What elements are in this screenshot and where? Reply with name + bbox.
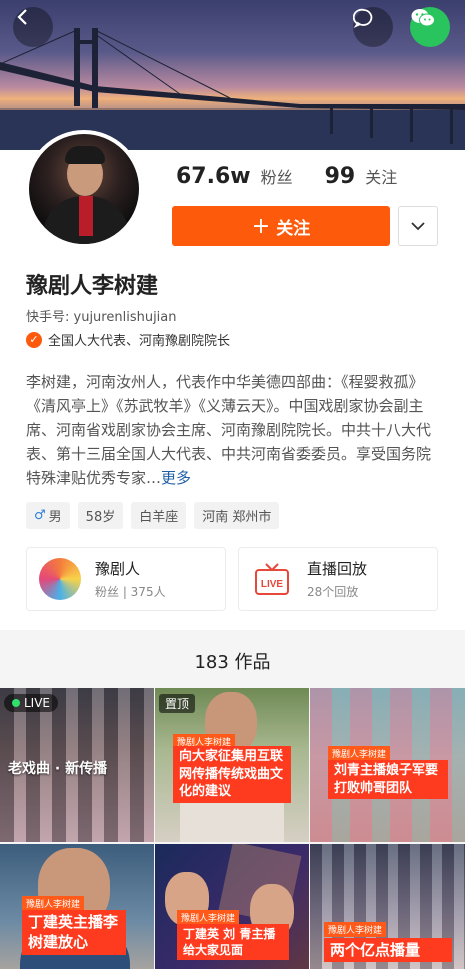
live-dot-icon (12, 699, 20, 707)
following-label[interactable]: 关注 (365, 164, 397, 188)
header-banner (0, 0, 465, 150)
chevron-down-icon (411, 222, 425, 231)
fans-count[interactable]: 67.6w (176, 164, 251, 189)
tag-zodiac: 白羊座 (131, 502, 187, 529)
following-count[interactable]: 99 (325, 164, 356, 189)
wechat-share-button[interactable] (410, 7, 450, 47)
more-options-button[interactable] (398, 206, 438, 246)
certification-text: 全国人大代表、河南豫剧院院长 (48, 334, 231, 349)
tag-age: 58岁 (77, 502, 124, 529)
works-count-title: 183 作品 (194, 652, 271, 673)
male-icon: ♂ (34, 508, 46, 523)
work-caption: 向大家征集用互联网传播传统戏曲文化的建议 (173, 746, 291, 803)
work-item[interactable]: 置顶 豫剧人李树建 向大家征集用互联网传播传统戏曲文化的建议 (155, 688, 309, 842)
wechat-icon (411, 9, 435, 27)
live-replay-card[interactable]: LIVE 直播回放 28个回放 (238, 547, 438, 611)
certification: ✓ 全国人大代表、河南豫剧院院长 (26, 330, 230, 349)
work-author-tag: 豫剧人李树建 (177, 910, 240, 925)
profile-stats: 67.6w 粉丝 99 关注 (176, 164, 419, 189)
bio: 李树建，河南汝州人，代表作中华美德四部曲：《程婴救孤》《清风亭上》《苏武牧羊》《… (26, 370, 441, 490)
tag-location: 河南 郑州市 (194, 502, 280, 529)
fans-label[interactable]: 粉丝 (261, 164, 293, 188)
works-grid: LIVE 老戏曲 · 新传播 置顶 豫剧人李树建 向大家征集用互联网传播传统戏曲… (0, 688, 465, 969)
live-tv-icon: LIVE (251, 558, 293, 600)
bridge-scenery (0, 28, 465, 150)
follow-button[interactable]: + 关注 (172, 206, 390, 246)
chevron-left-icon (17, 9, 27, 25)
work-item[interactable]: 豫剧人李树建 丁建英主播李树建放心 (0, 844, 154, 969)
message-button[interactable] (353, 7, 393, 47)
work-item[interactable]: 豫剧人李树建 丁建英 刘 青主播给大家见面 (155, 844, 309, 969)
profile-name: 豫剧人李树建 (26, 274, 159, 299)
back-button[interactable] (13, 7, 53, 47)
work-author-tag: 豫剧人李树建 (324, 922, 387, 937)
work-author-tag: 豫剧人李树建 (22, 896, 85, 911)
replay-subtitle: 28个回放 (307, 585, 359, 599)
follow-button-label: 关注 (276, 218, 311, 239)
avatar[interactable] (25, 130, 143, 248)
bio-text: 李树建，河南汝州人，代表作中华美德四部曲：《程婴救孤》《清风亭上》《苏武牧羊》《… (26, 373, 432, 487)
work-item[interactable]: 豫剧人李树建 刘青主播娘子军要打败帅哥团队 (310, 688, 465, 842)
kuaishou-id: 快手号: yujurenlishujian (26, 310, 177, 325)
work-caption: 两个亿点播量 (324, 938, 452, 963)
bio-more-link[interactable]: 更多 (161, 469, 191, 487)
pinned-badge: 置顶 (159, 694, 196, 713)
work-item[interactable]: 豫剧人李树建 两个亿点播量 (310, 844, 465, 969)
work-caption: 丁建英主播李树建放心 (22, 910, 126, 955)
group-avatar-icon (39, 558, 81, 600)
tag-gender: ♂ 男 (26, 502, 70, 529)
profile-tags: ♂ 男 58岁 白羊座 河南 郑州市 (26, 502, 280, 529)
replay-title: 直播回放 (307, 560, 368, 578)
chat-bubble-icon (353, 8, 373, 29)
work-author-tag: 豫剧人李树建 (328, 746, 391, 761)
verified-check-icon: ✓ (26, 331, 42, 348)
work-caption: 丁建英 刘 青主播给大家见面 (177, 924, 289, 961)
work-item[interactable]: LIVE 老戏曲 · 新传播 (0, 688, 154, 842)
group-title: 豫剧人 (95, 560, 141, 578)
plus-icon: + (251, 213, 271, 239)
group-card[interactable]: 豫剧人 粉丝 | 375人 (26, 547, 226, 611)
feature-cards: 豫剧人 粉丝 | 375人 LIVE 直播回放 28个回放 (26, 547, 438, 611)
live-badge: LIVE (4, 694, 59, 712)
work-overlay-text: 老戏曲 · 新传播 (8, 761, 108, 777)
work-caption: 刘青主播娘子军要打败帅哥团队 (328, 760, 448, 800)
group-subtitle: 粉丝 | 375人 (95, 585, 166, 599)
svg-text:LIVE: LIVE (261, 579, 284, 590)
